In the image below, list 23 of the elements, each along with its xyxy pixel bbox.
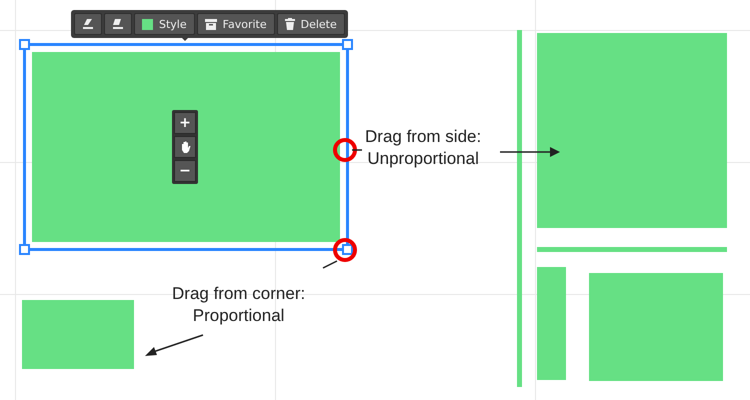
- eraser-button[interactable]: [74, 13, 102, 35]
- eraser-icon: [112, 18, 124, 30]
- favorite-button[interactable]: Favorite: [196, 13, 275, 35]
- resize-handle[interactable]: [342, 244, 353, 255]
- eraser-icon: [82, 18, 94, 30]
- style-button[interactable]: Style: [134, 13, 195, 35]
- pan-button[interactable]: [174, 136, 196, 158]
- annotation-text: Drag from corner: Proportional: [172, 283, 306, 328]
- leader-line: [352, 149, 362, 151]
- highlight-circle: [333, 238, 357, 262]
- annotation-text: Drag from side: Unproportional: [365, 126, 482, 170]
- trash-icon: [284, 18, 295, 30]
- delete-button[interactable]: Delete: [276, 13, 345, 35]
- zoom-out-button[interactable]: −: [174, 160, 196, 182]
- resize-handle[interactable]: [342, 39, 353, 50]
- hand-icon: [180, 141, 190, 153]
- zoom-in-button[interactable]: +: [174, 112, 196, 134]
- archive-icon: [204, 18, 217, 30]
- highlight-circle: [333, 138, 357, 162]
- resize-handle[interactable]: [19, 244, 30, 255]
- eraser-button[interactable]: [104, 13, 132, 35]
- arrow: [500, 146, 562, 158]
- resize-handle[interactable]: [19, 39, 30, 50]
